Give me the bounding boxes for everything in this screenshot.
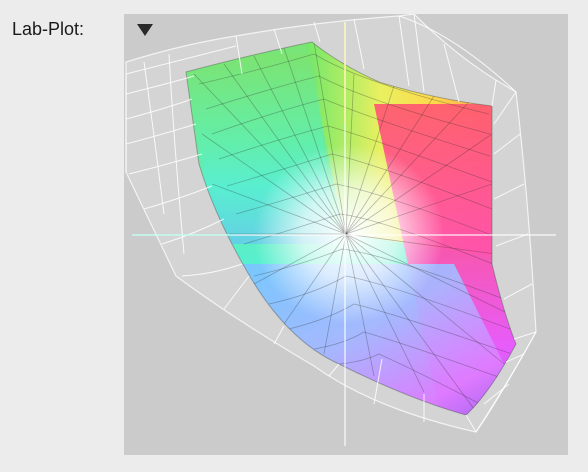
gamut-visualization[interactable] — [124, 14, 568, 455]
lab-plot-label: Lab-Plot: — [12, 19, 85, 39]
triangle-down-icon[interactable] — [136, 23, 154, 37]
lab-plot-view[interactable] — [124, 14, 568, 455]
